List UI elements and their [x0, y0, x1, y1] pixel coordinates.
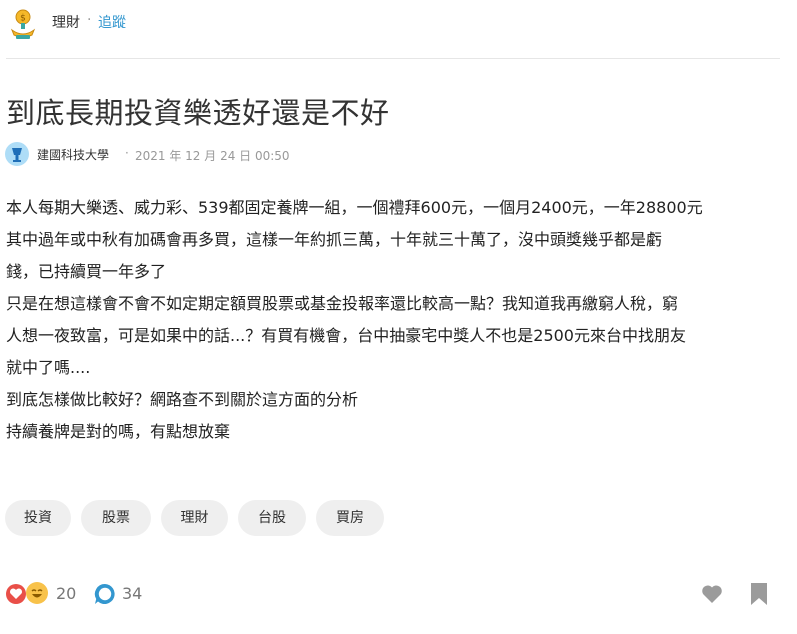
heart-icon[interactable]	[700, 582, 724, 606]
svg-text:$: $	[20, 14, 26, 24]
content-line: 其中過年或中秋有加碼會再多買，這樣一年約抓三萬，十年就三十萬了，沒中頭獎幾乎都是…	[6, 230, 663, 249]
school-avatar-icon[interactable]	[5, 142, 29, 166]
comment-count[interactable]: 34	[122, 584, 142, 603]
post-timestamp: 2021 年 12 月 24 日 00:50	[135, 149, 290, 163]
content-line: 只是在想這樣會不會不如定期定額買股票或基金投報率還比較高一點？我知道我再繳窮人稅…	[6, 294, 679, 313]
tag-chip[interactable]: 買房	[316, 500, 384, 536]
post-content: 本人每期大樂透、威力彩、539都固定養牌一組，一個禮拜600元，一個月2400元…	[6, 192, 786, 448]
meta-separator: ·	[125, 146, 129, 160]
content-line: 到底怎樣做比較好？網路查不到關於這方面的分析	[6, 390, 359, 409]
header-separator: ·	[87, 12, 92, 28]
forum-name-link[interactable]: 理財	[52, 12, 80, 32]
tag-chip[interactable]: 台股	[238, 500, 306, 536]
header-divider	[6, 58, 780, 59]
follow-button[interactable]: 追蹤	[98, 12, 126, 32]
post-footer: 20 34	[0, 575, 797, 615]
heart-reaction-icon[interactable]	[6, 584, 26, 604]
tag-chip[interactable]: 投資	[5, 500, 71, 536]
trophy-coin-icon[interactable]: $	[10, 8, 36, 40]
tag-chip[interactable]: 理財	[161, 500, 228, 536]
content-line: 持續養牌是對的嗎，有點想放棄	[6, 422, 231, 441]
post-title: 到底長期投資樂透好還是不好	[6, 96, 390, 130]
forum-header: $ 理財 · 追蹤	[0, 0, 797, 48]
content-line: 本人每期大樂透、威力彩、539都固定養牌一組，一個禮拜600元，一個月2400元…	[6, 198, 703, 217]
laugh-reaction-icon[interactable]	[26, 582, 48, 604]
content-line: 人想一夜致富，可是如果中的話...？有買有機會，台中抽豪宅中獎人不也是2500元…	[6, 326, 686, 345]
reaction-count[interactable]: 20	[56, 584, 76, 603]
bookmark-icon[interactable]	[749, 582, 769, 606]
comment-bubble-icon[interactable]	[93, 582, 117, 606]
tag-chip[interactable]: 股票	[81, 500, 151, 536]
content-line: 錢，已持續買一年多了	[6, 262, 167, 281]
content-line: 就中了嗎....	[6, 358, 91, 377]
author-name[interactable]: 建國科技大學	[37, 146, 109, 163]
